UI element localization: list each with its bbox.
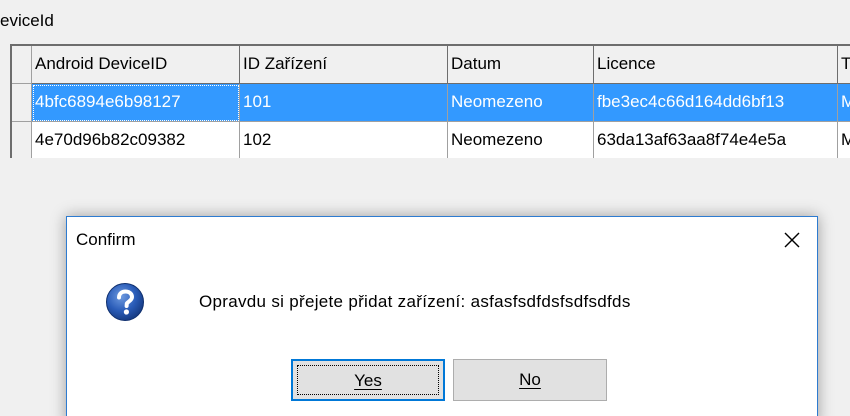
cell-t[interactable]: M [838, 84, 850, 122]
column-header-datum[interactable]: Datum [448, 46, 594, 84]
table-row[interactable]: 4e70d96b82c09382 102 Neomezeno 63da13af6… [12, 122, 850, 158]
header-indicator [12, 46, 32, 84]
group-caption: eviceId [0, 11, 54, 30]
cell-id-zarizeni[interactable]: 102 [240, 122, 448, 158]
cell-android-deviceid[interactable]: 4e70d96b82c09382 [32, 122, 240, 158]
cell-t[interactable]: M [838, 122, 850, 158]
column-header-t[interactable]: T [838, 46, 850, 84]
dialog-titlebar[interactable]: Confirm [67, 217, 817, 263]
cell-datum[interactable]: Neomezeno [448, 84, 594, 122]
column-header-licence[interactable]: Licence [594, 46, 838, 84]
no-button[interactable]: No [453, 359, 607, 401]
dialog-message: Opravdu si přejete přidat zařízení: asfa… [199, 292, 631, 311]
question-icon [105, 282, 145, 322]
cell-licence[interactable]: 63da13af63aa8f74e4e5a [594, 122, 838, 158]
cell-licence[interactable]: fbe3ec4c66d164dd6bf13 [594, 84, 838, 122]
dialog-title: Confirm [76, 230, 136, 249]
dialog-body: Opravdu si přejete přidat zařízení: asfa… [67, 263, 817, 416]
cell-datum[interactable]: Neomezeno [448, 122, 594, 158]
confirm-dialog: Confirm Opravdu si přejete přidat zaříze… [66, 216, 818, 416]
no-button-label: No [519, 370, 541, 389]
close-icon[interactable] [781, 229, 803, 251]
column-header-id-zarizeni[interactable]: ID Zařízení [240, 46, 448, 84]
row-indicator[interactable] [12, 84, 32, 122]
device-grid[interactable]: Android DeviceID ID Zařízení Datum Licen… [10, 44, 850, 158]
cell-id-zarizeni[interactable]: 101 [240, 84, 448, 122]
column-header-android-deviceid[interactable]: Android DeviceID [32, 46, 240, 84]
row-indicator[interactable] [12, 122, 32, 158]
yes-button[interactable]: Yes [291, 359, 445, 401]
grid-header-row: Android DeviceID ID Zařízení Datum Licen… [12, 46, 850, 84]
focus-rect [297, 365, 439, 395]
table-row[interactable]: 4bfc6894e6b98127 101 Neomezeno fbe3ec4c6… [12, 84, 850, 122]
cell-android-deviceid[interactable]: 4bfc6894e6b98127 [32, 84, 240, 122]
